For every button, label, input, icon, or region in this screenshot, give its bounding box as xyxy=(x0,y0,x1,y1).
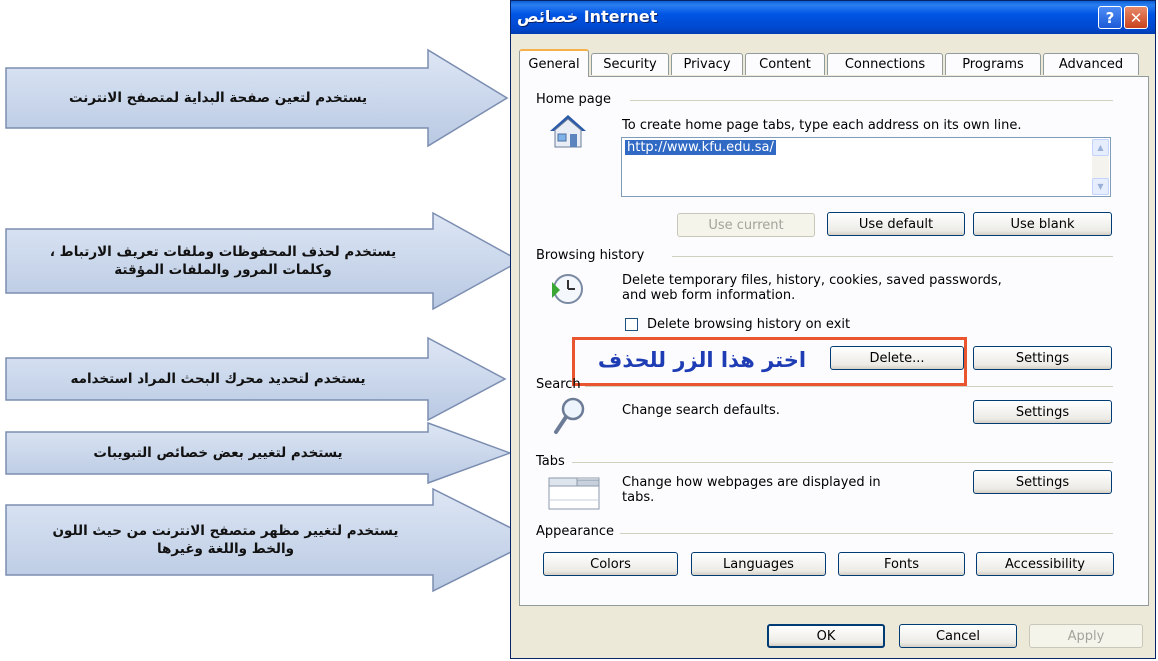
tab-security[interactable]: Security xyxy=(591,53,669,75)
delete-on-exit-checkbox[interactable] xyxy=(625,318,638,331)
tab-content[interactable]: Content xyxy=(745,53,825,75)
callout-appearance: يستخدم لتغيير مظهر متصفح الانترنت من حيث… xyxy=(3,487,538,593)
browsing-history-label: Browsing history xyxy=(536,248,651,263)
callout-text: يستخدم لتغيير بعض خصائص التبويبات xyxy=(93,444,343,461)
languages-button[interactable]: Languages xyxy=(691,552,826,576)
callout-text: يستخدم لتغيير مظهر متصفح الانترنت من حيث… xyxy=(3,487,448,593)
home-page-address-field[interactable]: http://www.kfu.edu.sa/ ▲ ▼ xyxy=(621,137,1111,197)
apply-button[interactable]: Apply xyxy=(1029,624,1143,648)
close-button[interactable]: ✕ xyxy=(1124,6,1148,29)
delete-on-exit-label: Delete browsing history on exit xyxy=(647,317,851,332)
callout-tabs: يستخدم لتغيير بعض خصائص التبويبات xyxy=(3,421,513,485)
use-default-button[interactable]: Use default xyxy=(827,212,965,236)
fonts-button[interactable]: Fonts xyxy=(838,552,965,576)
separator xyxy=(620,533,1113,534)
ok-button[interactable]: OK xyxy=(767,624,885,648)
home-page-label: Home page xyxy=(536,92,617,107)
magnifier-icon xyxy=(553,396,587,440)
scrollbar[interactable]: ▲ ▼ xyxy=(1092,139,1109,195)
separator xyxy=(630,100,1113,101)
browsing-history-settings-button[interactable]: Settings xyxy=(973,346,1112,370)
callout-search: يستخدم لتحديد محرك البحث المراد استخدامه xyxy=(3,336,508,422)
browsing-history-description: Delete temporary files, history, cookies… xyxy=(622,273,1002,303)
delete-instruction-label: اختر هذا الزر للحذف xyxy=(597,348,807,372)
dialog-title: خصائص Internet xyxy=(517,7,658,26)
description-line: Change how webpages are displayed in xyxy=(622,475,881,490)
tabs-description: Change how webpages are displayed in tab… xyxy=(622,475,881,505)
history-clock-icon xyxy=(550,272,584,310)
tabs-label: Tabs xyxy=(536,454,571,469)
title-bar[interactable]: خصائص Internet ? ✕ xyxy=(511,1,1155,34)
accessibility-button[interactable]: Accessibility xyxy=(976,552,1114,576)
callout-text: يستخدم لتحديد محرك البحث المراد استخدامه xyxy=(70,370,366,387)
callout-browsing-history: يستخدم لحذف المحفوظات وملفات تعريف الارت… xyxy=(3,211,523,311)
home-page-description: To create home page tabs, type each addr… xyxy=(622,118,1022,133)
use-current-button[interactable]: Use current xyxy=(677,213,815,237)
tabs-window-icon xyxy=(548,474,600,514)
tab-programs[interactable]: Programs xyxy=(945,53,1041,75)
home-page-url: http://www.kfu.edu.sa/ xyxy=(625,140,776,155)
scroll-up-icon[interactable]: ▲ xyxy=(1092,139,1109,156)
tab-general[interactable]: General xyxy=(519,49,589,77)
description-line: Delete temporary files, history, cookies… xyxy=(622,273,1002,288)
appearance-label: Appearance xyxy=(536,524,621,539)
tabs-settings-button[interactable]: Settings xyxy=(973,470,1112,494)
callout-home-page: يستخدم لتعين صفحة البداية لمتصفح الانترن… xyxy=(3,48,510,148)
separator xyxy=(672,256,1113,257)
cancel-button[interactable]: Cancel xyxy=(899,624,1017,648)
callout-text: يستخدم لحذف المحفوظات وملفات تعريف الارت… xyxy=(3,211,443,311)
callout-line: وكلمات المرور والملفات المؤقتة xyxy=(114,262,332,278)
search-settings-button[interactable]: Settings xyxy=(973,400,1112,424)
callout-line: يستخدم لتغيير مظهر متصفح الانترنت من حيث… xyxy=(52,522,399,539)
callout-text: يستخدم لتعين صفحة البداية لمتصفح الانترن… xyxy=(68,89,368,106)
tab-privacy[interactable]: Privacy xyxy=(671,53,743,75)
search-label: Search xyxy=(536,377,581,392)
separator xyxy=(572,462,1113,463)
scroll-down-icon[interactable]: ▼ xyxy=(1092,178,1109,195)
use-blank-button[interactable]: Use blank xyxy=(973,212,1112,236)
help-button[interactable]: ? xyxy=(1098,6,1122,29)
description-line: tabs. xyxy=(622,490,655,505)
colors-button[interactable]: Colors xyxy=(543,552,678,576)
description-line: and web form information. xyxy=(622,288,796,303)
house-icon xyxy=(548,113,588,155)
tab-advanced[interactable]: Advanced xyxy=(1043,53,1139,75)
search-description: Change search defaults. xyxy=(622,403,780,418)
tab-connections[interactable]: Connections xyxy=(827,53,943,75)
separator xyxy=(585,386,1113,387)
callout-line: يستخدم لحذف المحفوظات وملفات تعريف الارت… xyxy=(49,243,397,260)
callout-line: والخط واللغة وغيرها xyxy=(156,541,295,557)
